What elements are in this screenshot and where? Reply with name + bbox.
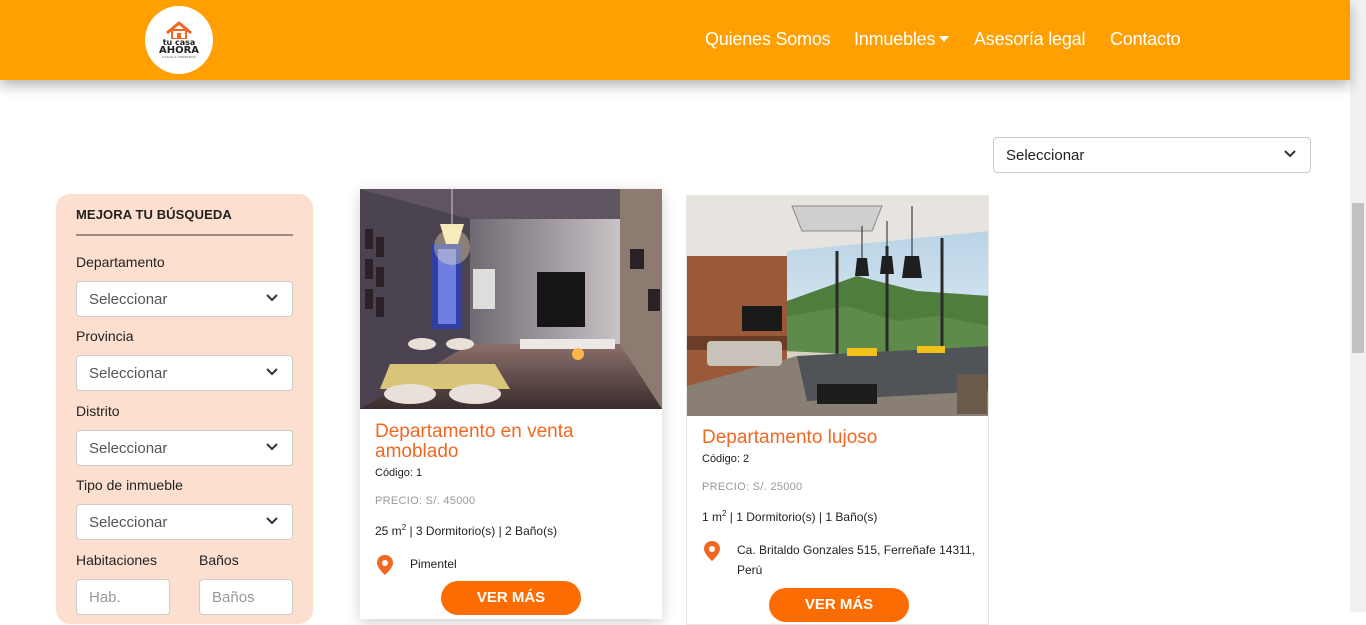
chevron-down-icon <box>266 368 278 376</box>
sort-select-value: Seleccionar <box>1006 147 1085 164</box>
listing-title[interactable]: Departamento lujoso <box>702 428 972 448</box>
chevron-down-icon <box>266 517 278 525</box>
tipo-inmueble-select-value: Seleccionar <box>89 514 168 531</box>
chevron-down-icon <box>266 294 278 302</box>
departamento-label: Departamento <box>76 254 165 270</box>
nav-inmuebles[interactable]: Inmuebles <box>854 29 950 50</box>
property-card: Departamento en venta amoblado Código: 1… <box>360 189 662 619</box>
listing-location: Pimentel <box>410 557 457 571</box>
departamento-select[interactable]: Seleccionar <box>76 281 293 317</box>
listing-rooms: | 1 Dormitorio(s) | 1 Baño(s) <box>726 510 878 524</box>
nav-quienes-somos[interactable]: Quienes Somos <box>705 29 831 50</box>
provincia-select[interactable]: Seleccionar <box>76 355 293 391</box>
provincia-select-value: Seleccionar <box>89 365 168 382</box>
search-filter-panel: MEJORA TU BÚSQUEDA Departamento Seleccio… <box>56 194 313 624</box>
map-pin-icon <box>377 555 393 575</box>
listing-title[interactable]: Departamento en venta amoblado <box>375 422 645 462</box>
logo-tagline: CASAS & TERRENOS <box>162 55 196 59</box>
nav-contacto[interactable]: Contacto <box>1110 29 1181 50</box>
nav-asesoria-legal[interactable]: Asesoría legal <box>974 29 1085 50</box>
logo-line2: AHORA <box>158 45 200 56</box>
logo[interactable]: tu casa AHORA CASAS & TERRENOS <box>145 6 213 74</box>
habitaciones-label: Habitaciones <box>76 552 157 568</box>
listing-code: Código: 1 <box>375 467 423 479</box>
distrito-select[interactable]: Seleccionar <box>76 430 293 466</box>
listing-rooms: | 3 Dormitorio(s) | 2 Baño(s) <box>406 524 558 538</box>
property-card: Departamento lujoso Código: 2 PRECIO: S/… <box>686 195 989 625</box>
logo-text: tu casa AHORA CASAS & TERRENOS <box>158 39 200 60</box>
interior-photo-illustration <box>687 196 988 416</box>
listing-specs: 25 m2 | 3 Dormitorio(s) | 2 Baño(s) <box>375 523 558 538</box>
page-scrollbar[interactable] <box>1350 0 1366 612</box>
provincia-label: Provincia <box>76 328 134 344</box>
listing-area: 1 m <box>702 510 723 524</box>
filter-title: MEJORA TU BÚSQUEDA <box>76 207 232 222</box>
property-photo[interactable] <box>687 196 988 416</box>
sort-select[interactable]: Seleccionar <box>993 137 1311 173</box>
listing-location: Ca. Britaldo Gonzales 515, Ferreñafe 143… <box>737 543 975 577</box>
banos-input[interactable] <box>199 579 293 615</box>
map-pin-icon <box>704 541 720 561</box>
listing-price: PRECIO: S/. 45000 <box>375 495 476 507</box>
distrito-select-value: Seleccionar <box>89 440 168 457</box>
navbar: tu casa AHORA CASAS & TERRENOS Quienes S… <box>0 0 1350 80</box>
chevron-down-icon <box>1284 150 1296 158</box>
ver-mas-button[interactable]: VER MÁS <box>441 581 581 615</box>
banos-label: Baños <box>199 552 239 568</box>
listing-code: Código: 2 <box>702 453 750 465</box>
tipo-inmueble-label: Tipo de inmueble <box>76 477 183 493</box>
house-logo-icon <box>166 21 192 39</box>
listing-price: PRECIO: S/. 25000 <box>702 481 803 493</box>
habitaciones-input[interactable] <box>76 579 170 615</box>
tipo-inmueble-select[interactable]: Seleccionar <box>76 504 293 540</box>
scrollbar-thumb[interactable] <box>1352 203 1364 353</box>
listing-area: 25 m <box>375 524 402 538</box>
chevron-down-icon <box>266 443 278 451</box>
title-divider <box>76 234 293 236</box>
departamento-select-value: Seleccionar <box>89 291 168 308</box>
distrito-label: Distrito <box>76 403 120 419</box>
property-photo[interactable] <box>360 189 662 409</box>
listing-specs: 1 m2 | 1 Dormitorio(s) | 1 Baño(s) <box>702 509 878 524</box>
interior-photo-illustration <box>360 189 662 409</box>
ver-mas-button[interactable]: VER MÁS <box>769 588 909 622</box>
nav-inmuebles-label: Inmuebles <box>854 29 936 49</box>
caret-down-icon <box>939 36 950 42</box>
